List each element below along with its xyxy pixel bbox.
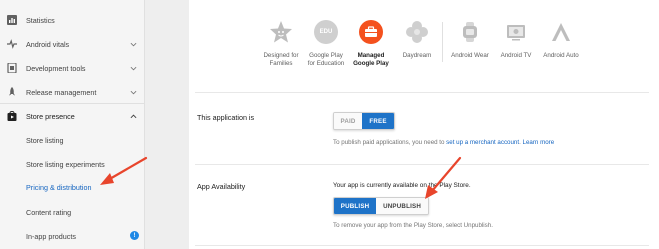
arrow-to-unpublish-icon bbox=[425, 156, 462, 199]
arrow-to-pricing-icon bbox=[100, 156, 148, 185]
annotation-arrows bbox=[100, 156, 462, 199]
